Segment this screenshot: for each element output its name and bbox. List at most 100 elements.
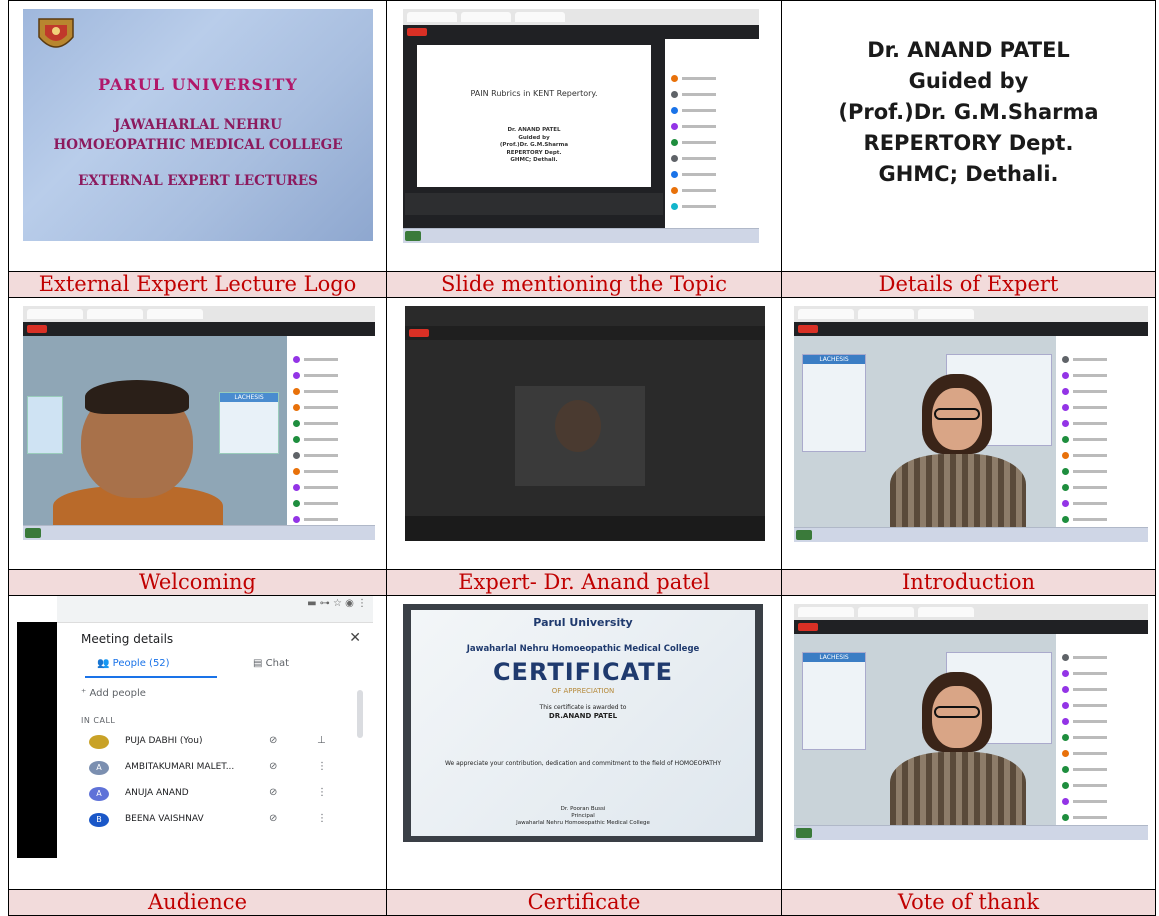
tab-underline — [85, 676, 217, 678]
mic-off-icon[interactable]: ⊘ — [269, 787, 277, 798]
rec-icon — [27, 325, 47, 333]
participant-row[interactable]: A ANUJA ANAND ⊘ ⋮ — [81, 786, 365, 806]
glasses-icon — [934, 408, 980, 420]
logo-line-lectures: EXTERNAL EXPERT LECTURES — [78, 173, 318, 189]
expert-college: GHMC; Dethali. — [878, 162, 1059, 186]
speaker-shirt — [890, 454, 1026, 530]
windows-taskbar — [23, 525, 375, 540]
mic-off-icon[interactable]: ⊘ — [269, 813, 277, 824]
scrollbar[interactable] — [357, 690, 363, 738]
participants-panel — [287, 336, 375, 526]
participants-panel — [665, 39, 759, 229]
participant-thumbnails — [405, 193, 663, 215]
presentation-slide: PAIN Rubrics in KENT Repertory. Dr. ANAN… — [417, 45, 651, 187]
expert-dept: REPERTORY Dept. — [863, 131, 1074, 155]
in-call-heading: IN CALL — [81, 716, 116, 725]
photo-report-grid: PARUL UNIVERSITY JAWAHARLAL NEHRU HOMOEO… — [8, 0, 1156, 916]
caption-welcoming: Welcoming — [8, 569, 387, 596]
rec-icon — [409, 329, 429, 337]
wall-poster-lachesis: LACHESIS — [802, 652, 866, 750]
participants-panel — [1056, 336, 1148, 528]
tab-chat[interactable]: ▤ Chat — [253, 658, 289, 669]
expert-video-photo — [405, 306, 765, 541]
cell-certificate: Parul University Jawaharlal Nehru Homoeo… — [386, 595, 782, 890]
cell-audience: ▬ ⊶ ☆ ◉ ⋮ Meeting details ✕ 👥 People (52… — [8, 595, 387, 890]
browser-toolbar: ▬ ⊶ ☆ ◉ ⋮ — [57, 596, 373, 623]
university-logo-image: PARUL UNIVERSITY JAWAHARLAL NEHRU HOMOEO… — [23, 9, 373, 241]
laptop-screen — [405, 306, 765, 516]
logo-line-college-1: JAWAHARLAL NEHRU — [114, 117, 282, 133]
slide-screenshot: PAIN Rubrics in KENT Repertory. Dr. ANAN… — [403, 9, 759, 243]
video-stage: LACHESIS — [794, 634, 1056, 828]
certificate-university: Parul University — [533, 616, 633, 629]
certificate-recipient: DR.ANAND PATEL — [548, 712, 618, 720]
certificate: Parul University Jawaharlal Nehru Homoeo… — [411, 610, 755, 836]
caption-audience: Audience — [8, 889, 387, 916]
certificate-subtitle: OF APPRECIATION — [551, 687, 615, 695]
certificate-college: Jawaharlal Nehru Homoeopathic Medical Co… — [466, 644, 700, 654]
people-icon: 👥 — [97, 658, 113, 669]
wall-poster-lachesis: LACHESIS — [219, 392, 279, 454]
wall-poster-lachesis: LACHESIS — [802, 354, 866, 452]
university-crest-icon — [38, 18, 74, 48]
mic-off-icon[interactable]: ⊘ — [269, 735, 277, 746]
video-stage: LACHESIS — [23, 336, 287, 536]
more-icon[interactable]: ⋮ — [317, 813, 327, 824]
meet-top-bar — [405, 326, 765, 340]
participants-panel — [1056, 634, 1148, 826]
participant-row[interactable]: B BEENA VAISHNAV ⊘ ⋮ — [81, 812, 365, 832]
avatar: A — [89, 787, 109, 801]
browser-tabs — [794, 306, 1148, 323]
tab-people[interactable]: 👥 People (52) — [97, 658, 170, 669]
glasses-icon — [934, 706, 980, 718]
presentation-stage: PAIN Rubrics in KENT Repertory. Dr. ANAN… — [403, 39, 665, 229]
mic-off-icon[interactable]: ⊘ — [269, 761, 277, 772]
more-icon[interactable]: ⋮ — [317, 761, 327, 772]
avatar — [89, 735, 109, 749]
expert-details-text: Dr. ANAND PATEL Guided by (Prof.)Dr. G.M… — [783, 35, 1155, 190]
caption-logo: External Expert Lecture Logo — [8, 271, 387, 298]
introduction-screenshot: LACHESIS — [794, 306, 1148, 542]
speaker-hair — [85, 380, 189, 414]
pin-icon[interactable]: ⊥ — [317, 735, 326, 746]
cell-expert-details: Dr. ANAND PATEL Guided by (Prof.)Dr. G.M… — [781, 0, 1156, 272]
speaker-shirt — [890, 752, 1026, 828]
cell-slide: PAIN Rubrics in KENT Repertory. Dr. ANAN… — [386, 0, 782, 272]
rec-icon — [798, 623, 818, 631]
welcoming-screenshot: LACHESIS — [23, 306, 375, 540]
caption-expert-video: Expert- Dr. Anand patel — [386, 569, 782, 596]
certificate-appreciation: We appreciate your contribution, dedicat… — [444, 760, 722, 767]
wall-poster — [27, 396, 63, 454]
meeting-details-title: Meeting details — [81, 632, 174, 646]
participant-row[interactable]: A AMBITAKUMARI MALET... ⊘ ⋮ — [81, 760, 365, 780]
cell-introduction: LACHESIS — [781, 297, 1156, 570]
browser-tabs — [403, 9, 759, 26]
more-icon[interactable]: ⋮ — [317, 787, 327, 798]
certificate-awarded: This certificate is awarded to — [539, 704, 627, 711]
cell-vote-of-thanks: LACHESIS — [781, 595, 1156, 890]
add-people-button[interactable]: ⁺ Add people — [81, 688, 146, 699]
expert-guided-by: Guided by — [908, 69, 1029, 93]
certificate-title: CERTIFICATE — [492, 658, 674, 686]
slide-topic: PAIN Rubrics in KENT Repertory. — [470, 89, 598, 98]
rec-icon — [798, 325, 818, 333]
certificate-signatory: Dr. Pooran Bussi Principal Jawaharlal Ne… — [516, 806, 650, 826]
avatar: A — [89, 761, 109, 775]
rec-icon — [407, 28, 427, 36]
video-stage: LACHESIS — [794, 336, 1056, 530]
windows-taskbar — [403, 228, 759, 243]
logo-line-college-2: HOMOEOPATHIC MEDICAL COLLEGE — [53, 137, 343, 153]
cell-welcoming: LACHESIS — [8, 297, 387, 570]
meet-top-bar — [794, 620, 1148, 634]
expert-video-tile — [515, 386, 645, 486]
close-icon[interactable]: ✕ — [349, 630, 361, 646]
windows-taskbar — [794, 825, 1148, 840]
vote-of-thanks-screenshot: LACHESIS — [794, 604, 1148, 840]
browser-tabs — [794, 604, 1148, 621]
participant-row[interactable]: PUJA DABHI (You) ⊘ ⊥ — [81, 734, 365, 754]
black-border — [17, 622, 57, 858]
avatar: B — [89, 813, 109, 827]
toolbar-icons: ▬ ⊶ ☆ ◉ ⋮ — [307, 598, 367, 609]
expert-guide: (Prof.)Dr. G.M.Sharma — [838, 100, 1099, 124]
caption-certificate: Certificate — [386, 889, 782, 916]
